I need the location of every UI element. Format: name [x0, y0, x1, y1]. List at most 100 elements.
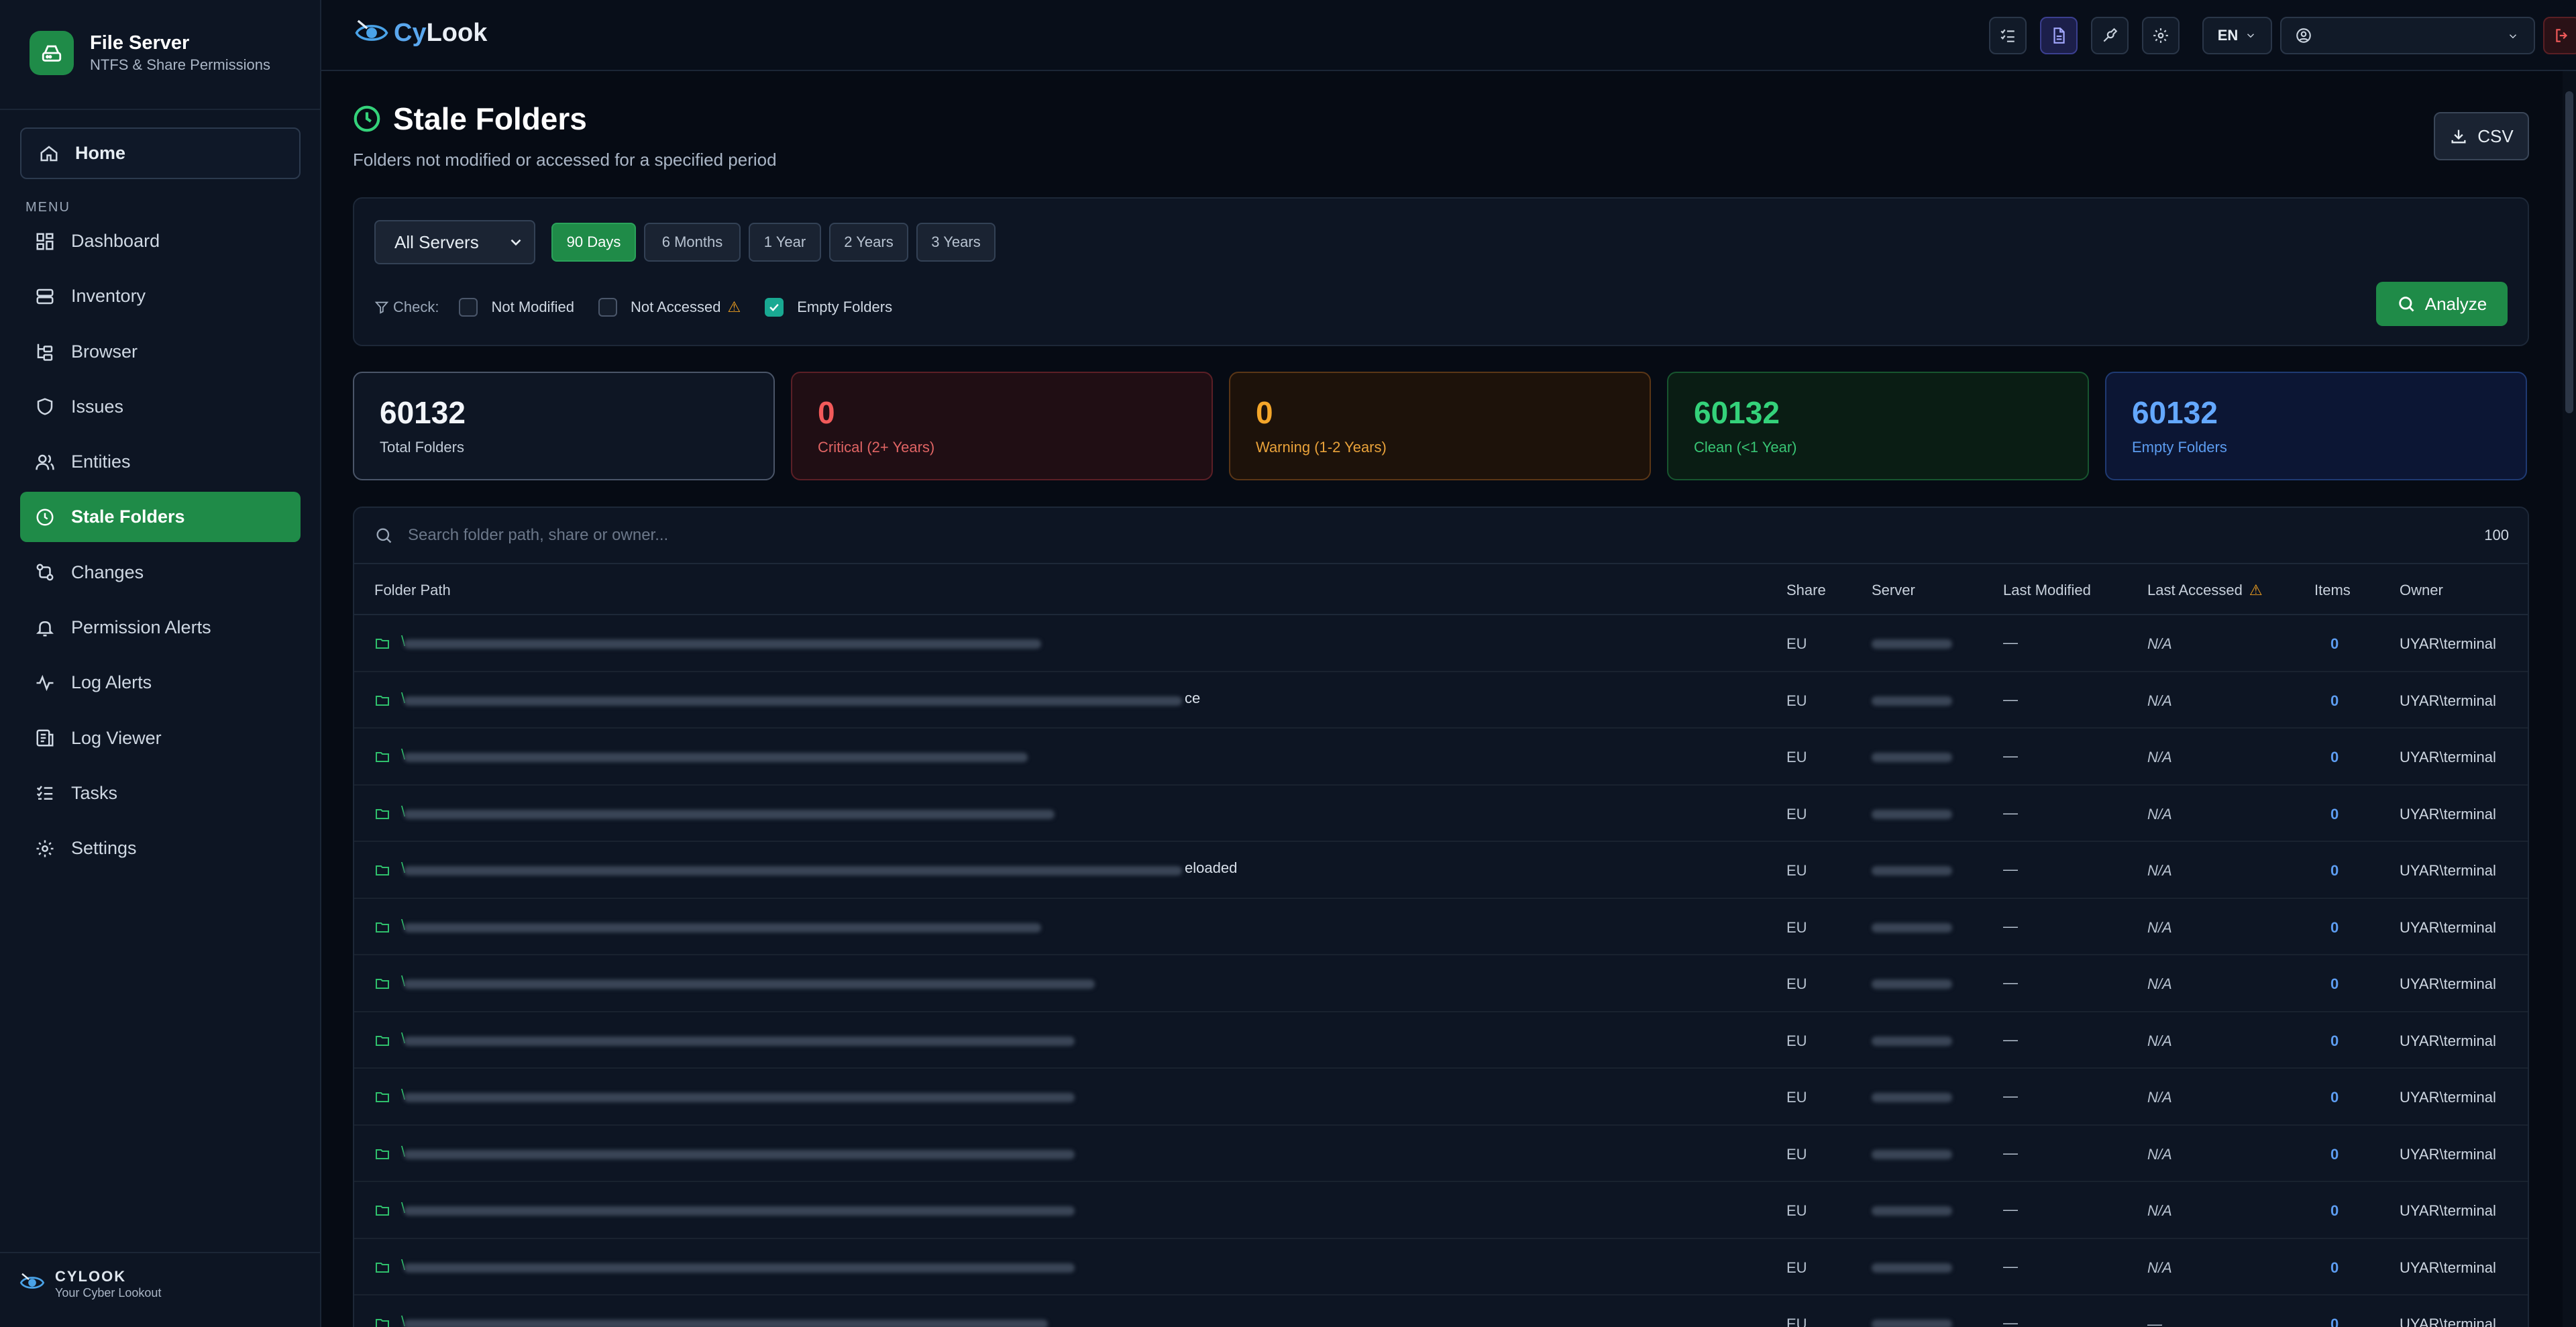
redacted-server	[1872, 1206, 1952, 1216]
last-modified-cell: —	[2003, 1314, 2018, 1327]
period-3-years[interactable]: 3 Years	[916, 223, 996, 262]
user-menu[interactable]	[2280, 17, 2535, 54]
analyze-button[interactable]: Analyze	[2376, 282, 2508, 326]
redacted-server	[1872, 922, 1952, 933]
col-last-accessed[interactable]: Last Accessed ⚠	[2147, 582, 2263, 599]
items-cell[interactable]: 0	[2330, 1146, 2339, 1163]
empty-folders-label: Empty Folders	[797, 299, 893, 315]
sidebar-item-stale-folders[interactable]: Stale Folders	[20, 492, 301, 543]
top-bar: CyLook EN	[321, 0, 2576, 71]
sidebar-footer: CYLOOK Your Cyber Lookout	[19, 1268, 161, 1300]
col-items[interactable]: Items	[2314, 582, 2351, 599]
redacted-path	[404, 979, 1095, 989]
col-share[interactable]: Share	[1786, 582, 1826, 599]
dashboard-icon	[35, 231, 55, 252]
last-accessed-cell: —	[2147, 1316, 2162, 1327]
owner-cell: UYAR\terminal	[2400, 749, 2496, 765]
stat-value: 0	[1256, 395, 1273, 430]
sidebar-item-dashboard[interactable]: Dashboard	[20, 216, 301, 266]
last-accessed-cell: N/A	[2147, 1259, 2172, 1276]
sidebar-item-log-alerts[interactable]: Log Alerts	[20, 657, 301, 708]
table-row[interactable]: \ EU — N/A 0 UYAR\terminal	[354, 1126, 2528, 1182]
not-accessed-checkbox[interactable]	[598, 298, 617, 317]
sidebar-item-settings[interactable]: Settings	[20, 823, 301, 873]
table-row[interactable]: \ eloaded EU — N/A 0 UYAR\terminal	[354, 842, 2528, 899]
table-row[interactable]: \ EU — N/A 0 UYAR\terminal	[354, 899, 2528, 955]
redacted-server	[1872, 1320, 1952, 1327]
redacted-server	[1872, 639, 1952, 649]
table-row[interactable]: \ EU — N/A 0 UYAR\terminal	[354, 1069, 2528, 1126]
table-row[interactable]: \ EU — N/A 0 UYAR\terminal	[354, 615, 2528, 672]
period-2-years[interactable]: 2 Years	[829, 223, 908, 262]
col-server[interactable]: Server	[1872, 582, 1915, 599]
page-scrollbar[interactable]	[2563, 71, 2576, 1327]
table-row[interactable]: \ EU — N/A 0 UYAR\terminal	[354, 1182, 2528, 1239]
share-cell: EU	[1786, 805, 1807, 822]
sidebar-item-log-viewer[interactable]: Log Viewer	[20, 713, 301, 763]
checklist-button[interactable]	[1989, 17, 2027, 54]
report-button[interactable]	[2040, 17, 2078, 54]
last-accessed-cell: N/A	[2147, 1089, 2172, 1106]
table-row[interactable]: \ EU — N/A 0 UYAR\terminal	[354, 1012, 2528, 1069]
table-row[interactable]: \ EU — N/A 0 UYAR\terminal	[354, 1239, 2528, 1295]
sidebar-nav: Dashboard Inventory Browser Issues Entit…	[20, 216, 301, 879]
folder-icon	[374, 1259, 390, 1279]
items-cell[interactable]: 0	[2330, 635, 2339, 653]
stat-value: 60132	[1694, 395, 1780, 430]
search-input[interactable]	[408, 526, 2152, 545]
items-cell[interactable]: 0	[2330, 862, 2339, 880]
period-6-months[interactable]: 6 Months	[644, 223, 741, 262]
empty-folders-checkbox[interactable]	[765, 298, 784, 317]
last-modified-cell: —	[2003, 1201, 2018, 1218]
sidebar-item-changes[interactable]: Changes	[20, 547, 301, 598]
items-cell[interactable]: 0	[2330, 1259, 2339, 1277]
sidebar-item-browser[interactable]: Browser	[20, 327, 301, 377]
items-cell[interactable]: 0	[2330, 1316, 2339, 1327]
items-cell[interactable]: 0	[2330, 919, 2339, 937]
table-row[interactable]: \ EU — N/A 0 UYAR\terminal	[354, 729, 2528, 786]
items-cell[interactable]: 0	[2330, 975, 2339, 993]
sidebar-item-entities[interactable]: Entities	[20, 437, 301, 487]
col-folder-path[interactable]: Folder Path	[374, 582, 451, 599]
items-cell[interactable]: 0	[2330, 692, 2339, 710]
share-cell: EU	[1786, 918, 1807, 936]
table-row[interactable]: \ EU — N/A 0 UYAR\terminal	[354, 955, 2528, 1012]
sidebar-item-tasks[interactable]: Tasks	[20, 768, 301, 818]
cylook-logo[interactable]: CyLook	[354, 15, 487, 51]
table-row[interactable]: \ EU — —0 UYAR\terminal	[354, 1295, 2528, 1327]
items-cell[interactable]: 0	[2330, 1202, 2339, 1220]
sidebar-item-issues[interactable]: Issues	[20, 382, 301, 432]
not-modified-checkbox[interactable]	[459, 298, 478, 317]
logout-button[interactable]	[2543, 17, 2576, 54]
items-cell[interactable]: 0	[2330, 749, 2339, 766]
not-accessed-option[interactable]: Not Accessed ⚠	[598, 298, 741, 317]
empty-folders-option[interactable]: Empty Folders	[765, 298, 892, 317]
home-button[interactable]: Home	[20, 127, 301, 179]
share-cell: EU	[1786, 1259, 1807, 1276]
owner-cell: UYAR\terminal	[2400, 862, 2496, 879]
table-row[interactable]: \ EU — N/A 0 UYAR\terminal	[354, 786, 2528, 842]
csv-export-button[interactable]: CSV	[2434, 112, 2529, 160]
sidebar-item-inventory[interactable]: Inventory	[20, 271, 301, 321]
stat-card-critical: 0 Critical (2+ Years)	[791, 372, 1213, 480]
period-1-year[interactable]: 1 Year	[749, 223, 821, 262]
table-row[interactable]: \ ce EU — N/A 0 UYAR\terminal	[354, 672, 2528, 729]
not-modified-option[interactable]: Not Modified	[459, 298, 574, 317]
items-cell[interactable]: 0	[2330, 806, 2339, 823]
settings-button[interactable]	[2142, 17, 2180, 54]
redacted-server	[1872, 1149, 1952, 1159]
language-select[interactable]: EN	[2202, 17, 2272, 54]
stat-value: 0	[818, 395, 835, 430]
redacted-path	[404, 1206, 1075, 1216]
items-cell[interactable]: 0	[2330, 1089, 2339, 1106]
scrollbar-thumb[interactable]	[2565, 91, 2573, 413]
period-90-days[interactable]: 90 Days	[551, 223, 636, 262]
tools-button[interactable]	[2091, 17, 2129, 54]
redacted-path	[404, 1149, 1075, 1159]
bell-icon	[35, 618, 55, 638]
sidebar-item-permission-alerts[interactable]: Permission Alerts	[20, 602, 301, 653]
items-cell[interactable]: 0	[2330, 1032, 2339, 1050]
col-last-modified[interactable]: Last Modified	[2003, 582, 2091, 599]
col-owner[interactable]: Owner	[2400, 582, 2443, 599]
server-select[interactable]: All Servers	[374, 220, 535, 264]
